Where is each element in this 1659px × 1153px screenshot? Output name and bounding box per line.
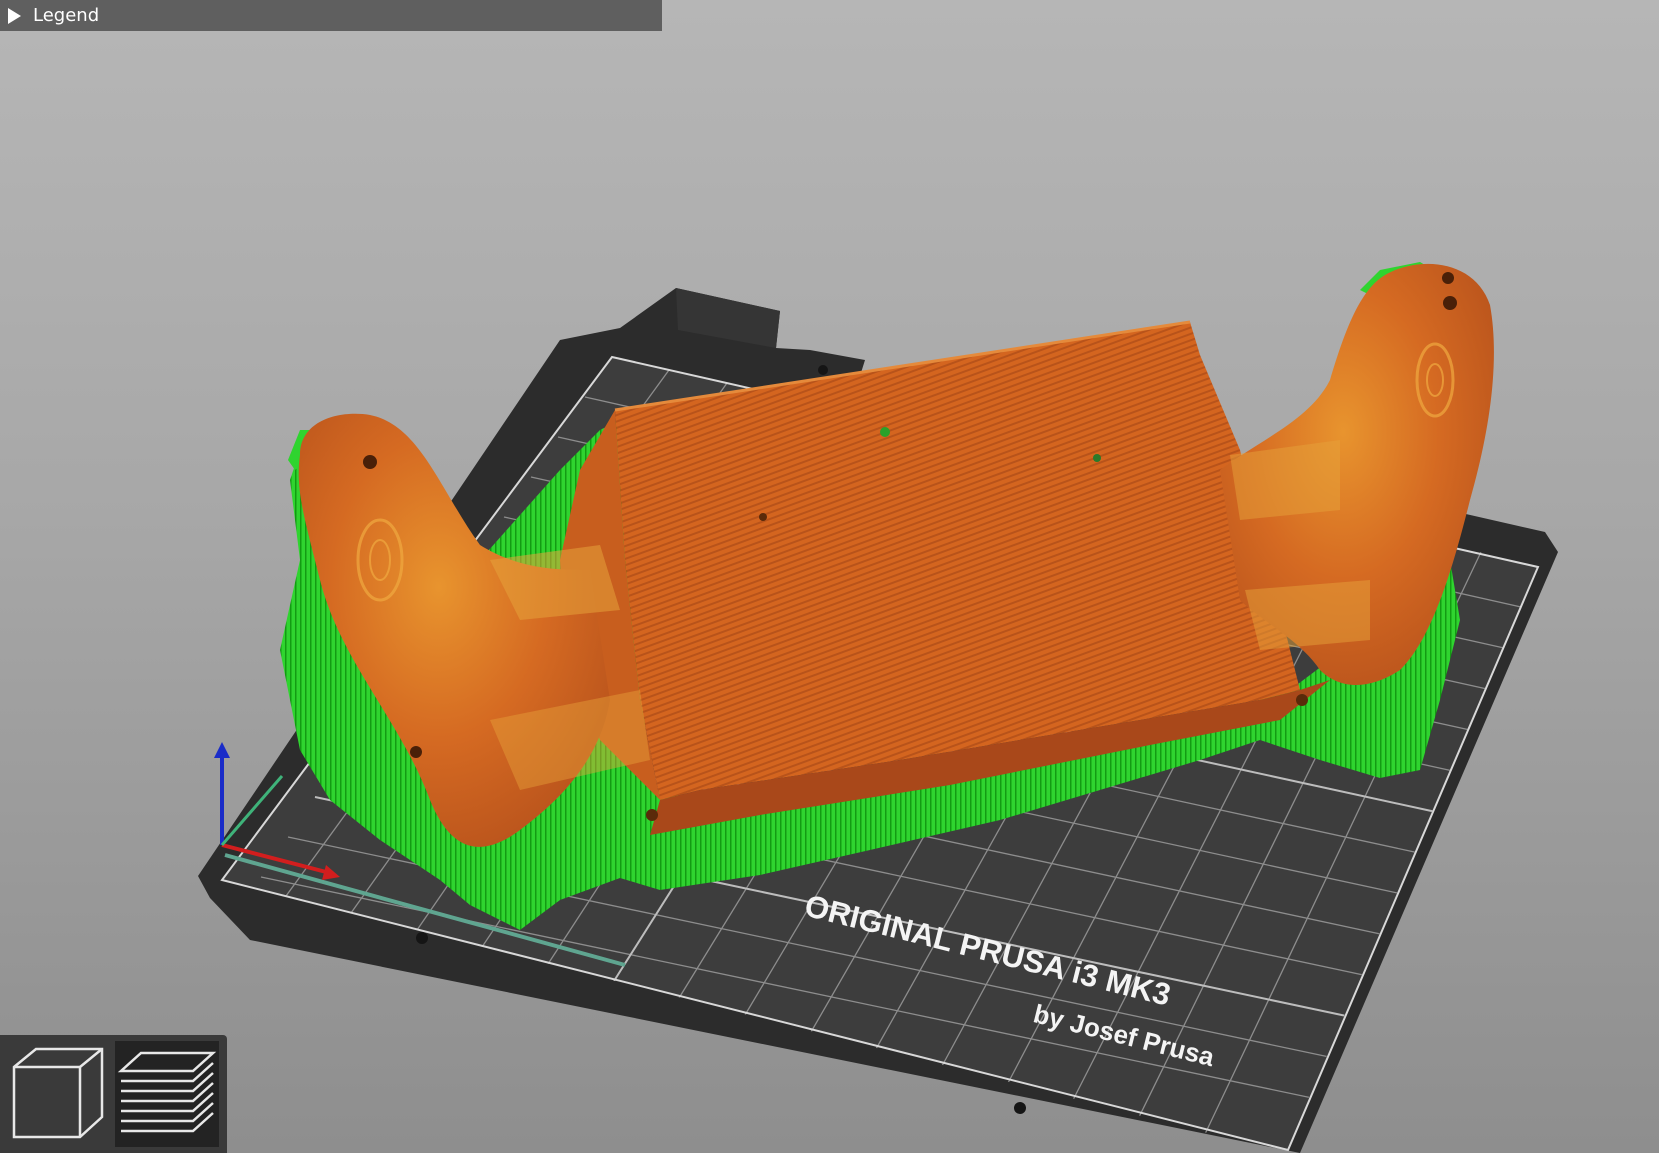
view-toolbar xyxy=(0,1035,227,1153)
legend-toggle[interactable]: Legend xyxy=(0,0,662,31)
3d-view-button[interactable] xyxy=(6,1041,110,1147)
viewport-3d[interactable]: ORIGINAL PRUSA i3 MK3 by Josef Prusa xyxy=(0,0,1659,1153)
preview-button[interactable] xyxy=(115,1041,219,1147)
layers-icon xyxy=(117,1051,217,1133)
expand-triangle-icon xyxy=(8,7,21,24)
legend-label: Legend xyxy=(33,5,100,26)
cube-icon xyxy=(12,1047,104,1139)
